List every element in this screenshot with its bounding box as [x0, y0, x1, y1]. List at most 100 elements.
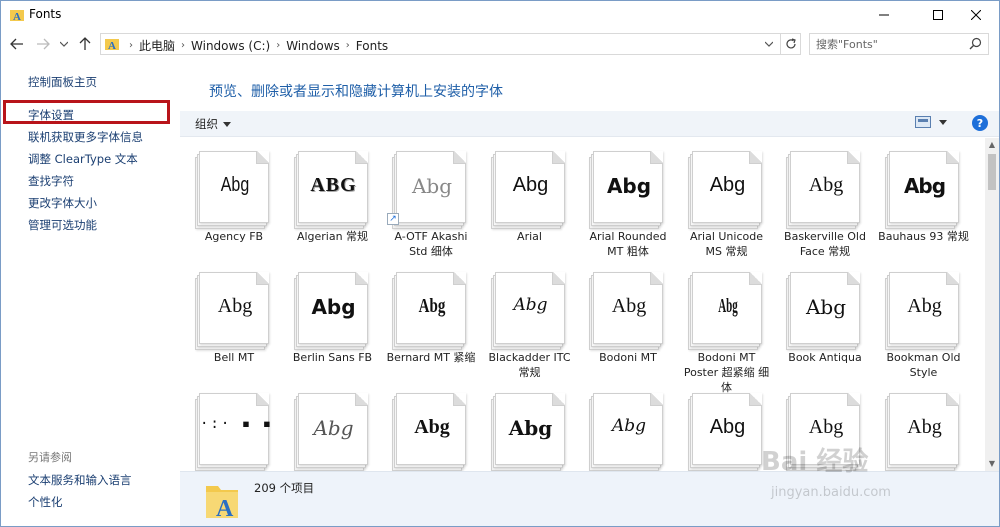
- breadcrumb-separator-icon: ›: [345, 40, 350, 51]
- title-bar: A Fonts: [1, 1, 999, 29]
- link-adjust-cleartype[interactable]: 调整 ClearType 文本: [28, 151, 138, 167]
- font-item[interactable]: Abg: [285, 383, 381, 471]
- font-item[interactable]: Abg ↗ A-OTF Akashi Std 细体: [383, 141, 479, 259]
- scroll-down-icon[interactable]: ▼: [988, 460, 996, 468]
- font-item[interactable]: Abg: [580, 383, 676, 471]
- font-item[interactable]: Abg Bell MT: [186, 262, 282, 380]
- font-item[interactable]: Abg: [383, 383, 479, 471]
- font-item[interactable]: Abg Baskerville Old Face 常规: [777, 141, 873, 259]
- breadcrumb-windows[interactable]: Windows: [286, 39, 340, 53]
- font-preview-icon: Abg: [392, 151, 466, 229]
- address-history-button[interactable]: [762, 37, 776, 51]
- close-icon: [971, 10, 981, 20]
- page-icon: Abg: [888, 151, 959, 223]
- font-item[interactable]: Abg Arial Rounded MT 粗体: [580, 141, 676, 259]
- page-icon: Abg: [593, 272, 663, 344]
- font-item[interactable]: Abg: [679, 383, 775, 471]
- shortcut-arrow-icon: ↗: [387, 213, 399, 225]
- font-preview-icon: Abg: [589, 151, 663, 229]
- font-preview-icon: Abg: [687, 151, 762, 229]
- font-item[interactable]: Abg: [876, 383, 972, 471]
- navigation-bar: A › 此电脑 › Windows (C:) › Windows › Fonts: [1, 30, 999, 58]
- link-change-font-size[interactable]: 更改字体大小: [28, 195, 97, 211]
- font-name-label: Arial Rounded MT 粗体: [589, 230, 667, 258]
- font-preview-icon: Abg: [786, 393, 860, 471]
- scroll-up-icon[interactable]: ▲: [988, 141, 996, 149]
- link-get-font-info-online[interactable]: 联机获取更多字体信息: [28, 129, 143, 145]
- font-item[interactable]: Abg Bookman Old Style: [876, 262, 972, 380]
- window-title: Fonts: [29, 7, 62, 21]
- organize-button[interactable]: 组织: [195, 116, 231, 132]
- close-button[interactable]: [953, 1, 999, 29]
- page-icon: Abg: [494, 393, 565, 465]
- font-sample-text: Abg: [411, 174, 453, 198]
- page-icon: Abg: [790, 151, 860, 223]
- breadcrumb-this-pc[interactable]: 此电脑: [139, 37, 175, 54]
- page-icon: Abg: [396, 151, 466, 223]
- font-item[interactable]: Abg Blackadder ITC 常规: [482, 262, 578, 380]
- font-name-label: Bell MT: [213, 351, 255, 364]
- font-item[interactable]: Abg Arial: [482, 141, 578, 259]
- font-sample-text: Abg: [217, 295, 253, 317]
- font-preview-icon: Abg: [490, 393, 565, 471]
- recent-locations-button[interactable]: [57, 34, 71, 54]
- font-name-label: Blackadder ITC 常规: [488, 351, 571, 379]
- breadcrumb-fonts[interactable]: Fonts: [356, 39, 388, 53]
- link-find-character[interactable]: 查找字符: [28, 173, 74, 189]
- font-preview-icon: Abg: [884, 272, 959, 350]
- font-sample-text: Abg: [606, 174, 652, 198]
- link-manage-optional-features[interactable]: 管理可选功能: [28, 217, 97, 233]
- font-name-label: A-OTF Akashi Std 细体: [394, 230, 468, 258]
- details-pane: A 209 个项目: [180, 471, 999, 526]
- page-icon: Abg: [790, 272, 860, 344]
- up-button[interactable]: [75, 34, 95, 54]
- caret-down-icon: [223, 121, 231, 127]
- arrow-right-icon: [37, 38, 50, 50]
- address-bar[interactable]: A › 此电脑 › Windows (C:) › Windows › Fonts: [100, 33, 781, 55]
- font-item[interactable]: Abg: [777, 383, 873, 471]
- link-control-panel-home[interactable]: 控制面板主页: [28, 74, 97, 90]
- search-box[interactable]: [809, 33, 989, 55]
- forward-button[interactable]: [33, 34, 53, 54]
- page-icon: Abg: [396, 272, 466, 344]
- font-preview-icon: Abg: [687, 393, 762, 471]
- breadcrumb-drive-c[interactable]: Windows (C:): [191, 39, 270, 53]
- font-item[interactable]: Abg Book Antiqua: [777, 262, 873, 380]
- arrow-left-icon: [10, 38, 23, 50]
- font-item[interactable]: Abg Arial Unicode MS 常规: [679, 141, 775, 259]
- back-button[interactable]: [7, 34, 27, 54]
- font-preview-icon: Abg: [392, 272, 466, 350]
- vertical-scrollbar[interactable]: ▲ ▼: [985, 138, 999, 471]
- font-item[interactable]: Abg Berlin Sans FB: [285, 262, 381, 380]
- link-personalization[interactable]: 个性化: [28, 494, 63, 510]
- font-name-label: Arial: [517, 230, 542, 243]
- font-item[interactable]: ·:· ▪ ▪: [186, 383, 282, 471]
- page-icon: Abg: [790, 393, 860, 465]
- font-item[interactable]: Abg: [482, 383, 578, 471]
- page-icon: Abg: [396, 393, 466, 465]
- search-input[interactable]: [816, 36, 966, 52]
- font-item[interactable]: ABG Algerian 常规: [285, 141, 381, 259]
- font-sample-text: Abg: [805, 295, 847, 319]
- font-item[interactable]: Abg Bauhaus 93 常规: [876, 141, 972, 259]
- font-sample-text: Abg: [414, 416, 450, 438]
- link-text-services[interactable]: 文本服务和输入语言: [28, 472, 132, 488]
- font-item[interactable]: Abg Agency FB: [186, 141, 282, 259]
- font-item[interactable]: Abg Bodoni MT Poster 超紧缩 细体: [679, 262, 775, 394]
- refresh-button[interactable]: [781, 33, 801, 55]
- font-sample-text: Abg: [717, 295, 738, 317]
- font-preview-icon: ·:· ▪ ▪: [195, 393, 271, 471]
- page-icon: Abg: [593, 393, 663, 465]
- link-font-settings[interactable]: 字体设置: [28, 107, 74, 123]
- page-icon: Abg: [691, 393, 762, 465]
- minimize-button[interactable]: [861, 1, 907, 29]
- font-item[interactable]: Abg Bodoni MT: [580, 262, 676, 380]
- scrollbar-thumb[interactable]: [988, 154, 996, 190]
- font-sample-text: Abg: [808, 174, 844, 196]
- help-button[interactable]: ?: [972, 115, 988, 131]
- font-item[interactable]: Abg Bernard MT 紧缩: [383, 262, 479, 380]
- change-view-button[interactable]: [915, 116, 947, 128]
- font-sample-text: Abg: [903, 174, 946, 198]
- font-sample-text: Abg: [418, 295, 446, 317]
- font-preview-icon: Abg: [589, 272, 663, 350]
